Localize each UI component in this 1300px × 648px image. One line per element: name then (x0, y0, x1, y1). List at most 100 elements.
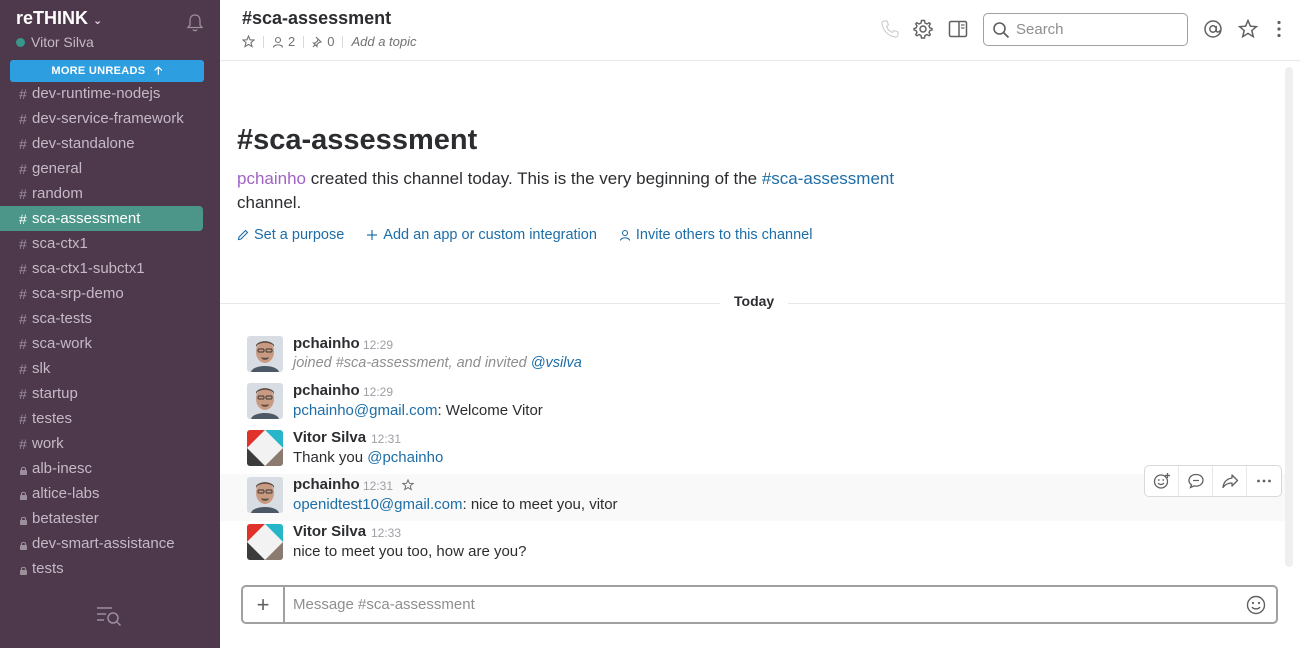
star-icon[interactable] (242, 35, 255, 48)
message-row[interactable]: Vitor Silva 12:31 Thank you @pchainho (220, 427, 1285, 474)
message-input[interactable] (285, 596, 1236, 613)
message-time[interactable]: 12:31 (363, 479, 393, 493)
channel-search-icon[interactable] (96, 605, 122, 627)
sidebar-item-altice-labs[interactable]: altice-labs (0, 481, 220, 506)
hash-icon: # (19, 135, 27, 152)
channel-title[interactable]: #sca-assessment (242, 8, 391, 29)
search-box[interactable] (983, 13, 1188, 46)
avatar-vitor (247, 430, 283, 466)
share-arrow-icon (1221, 474, 1238, 489)
invite-link[interactable]: Invite others to this channel (619, 227, 812, 243)
sidebar-item-work[interactable]: # work (0, 431, 220, 456)
channel-link[interactable]: #sca-assessment (762, 169, 894, 188)
scrollbar[interactable] (1285, 67, 1293, 567)
team-name: reTHINK (16, 8, 89, 28)
avatar-vitor (247, 524, 283, 560)
sidebar-item-label: dev-runtime-nodejs (32, 85, 161, 102)
sidebar-item-label: dev-smart-assistance (32, 535, 175, 552)
user-mention[interactable]: @pchainho (367, 449, 443, 466)
message-time[interactable]: 12:29 (363, 338, 393, 352)
more-unreads-button[interactable]: MORE UNREADS 🡡 (10, 60, 204, 82)
hash-icon: # (19, 110, 27, 127)
attach-button[interactable]: + (243, 587, 285, 622)
sidebar-item-slk[interactable]: # slk (0, 356, 220, 381)
sidebar-item-sca-work[interactable]: # sca-work (0, 331, 220, 356)
sidebar-item-dev-standalone[interactable]: # dev-standalone (0, 131, 220, 156)
member-count[interactable]: 2 (288, 34, 295, 49)
star-icon[interactable] (1238, 19, 1258, 39)
system-text: joined #sca-assessment, and invited (293, 355, 531, 371)
more-vertical-icon[interactable] (1269, 19, 1289, 39)
message-row[interactable]: Vitor Silva 12:33 nice to meet you too, … (220, 521, 1285, 568)
message-actions-toolbar (1144, 465, 1282, 497)
message-time[interactable]: 12:31 (371, 432, 401, 446)
sidebar-item-label: work (32, 435, 64, 452)
divider (263, 35, 264, 48)
sidebar-item-label: tests (32, 560, 64, 577)
comment-icon (1187, 473, 1204, 489)
sidebar-item-sca-srp-demo[interactable]: # sca-srp-demo (0, 281, 220, 306)
avatar[interactable] (247, 336, 283, 372)
add-reaction-button[interactable] (1145, 466, 1179, 496)
avatar-pchainho (247, 336, 283, 372)
avatar[interactable] (247, 383, 283, 419)
sidebar-item-alb-inesc[interactable]: alb-inesc (0, 456, 220, 481)
message-text: Thank you (293, 449, 368, 466)
sidebar-item-sca-assessment[interactable]: # sca-assessment (0, 206, 203, 231)
user-status[interactable]: Vitor Silva (16, 34, 94, 50)
emoji-button[interactable] (1236, 595, 1276, 615)
message-author[interactable]: Vitor Silva (293, 429, 366, 446)
pinned-count[interactable]: 0 (327, 34, 334, 49)
email-link[interactable]: openidtest10@gmail.com (293, 496, 462, 513)
share-message-button[interactable] (1213, 466, 1247, 496)
add-app-link[interactable]: Add an app or custom integration (366, 227, 597, 243)
message-row[interactable]: pchainho 12:31 openidtest10@gmail.com: n… (220, 474, 1285, 521)
hash-icon: # (19, 335, 27, 352)
team-menu[interactable]: reTHINK ⌄ (16, 8, 102, 29)
user-mention[interactable]: @vsilva (531, 355, 582, 371)
message-author[interactable]: pchainho (293, 335, 360, 352)
sidebar-item-label: sca-tests (32, 310, 93, 327)
sidebar-item-general[interactable]: # general (0, 156, 220, 181)
message-author[interactable]: Vitor Silva (293, 523, 366, 540)
sidebar-item-startup[interactable]: # startup (0, 381, 220, 406)
set-purpose-link[interactable]: Set a purpose (237, 227, 344, 243)
sidebar-item-dev-runtime-nodejs[interactable]: # dev-runtime-nodejs (0, 81, 220, 106)
message-author[interactable]: pchainho (293, 476, 360, 493)
avatar[interactable] (247, 524, 283, 560)
avatar[interactable] (247, 477, 283, 513)
member-icon[interactable] (272, 36, 284, 48)
sidebar-item-sca-ctx1-subctx1[interactable]: # sca-ctx1-subctx1 (0, 256, 220, 281)
message-time[interactable]: 12:29 (363, 385, 393, 399)
search-input[interactable] (1016, 21, 1176, 38)
message-author[interactable]: pchainho (293, 382, 360, 399)
add-topic-link[interactable]: Add a topic (351, 34, 416, 49)
sidebar-item-dev-service-framework[interactable]: # dev-service-framework (0, 106, 220, 131)
phone-icon[interactable] (880, 19, 900, 39)
start-thread-button[interactable] (1179, 466, 1213, 496)
pin-icon[interactable] (312, 36, 324, 48)
channel-meta: 2 0 Add a topic (242, 34, 417, 49)
sidebar-item-random[interactable]: # random (0, 181, 220, 206)
sidebar-item-tests[interactable]: tests (0, 556, 220, 581)
hash-icon: # (19, 435, 27, 452)
message-row[interactable]: pchainho 12:29 joined #sca-assessment, a… (220, 333, 1285, 380)
avatar[interactable] (247, 430, 283, 466)
sidebar-item-sca-ctx1[interactable]: # sca-ctx1 (0, 231, 220, 256)
star-message-icon[interactable] (402, 479, 414, 491)
sidebar-toggle-icon[interactable] (948, 19, 968, 39)
user-name: Vitor Silva (31, 34, 94, 50)
gear-icon[interactable] (913, 19, 933, 39)
bell-icon[interactable] (186, 13, 204, 33)
message-time[interactable]: 12:33 (371, 526, 401, 540)
message-row[interactable]: pchainho 12:29 pchainho@gmail.com: Welco… (220, 380, 1285, 427)
lock-icon (19, 536, 32, 552)
creator-link[interactable]: pchainho (237, 169, 306, 188)
sidebar-item-betatester[interactable]: betatester (0, 506, 220, 531)
more-actions-button[interactable] (1247, 466, 1281, 496)
email-link[interactable]: pchainho@gmail.com (293, 402, 437, 419)
sidebar-item-sca-tests[interactable]: # sca-tests (0, 306, 220, 331)
sidebar-item-dev-smart-assistance[interactable]: dev-smart-assistance (0, 531, 220, 556)
mentions-icon[interactable] (1203, 19, 1223, 39)
sidebar-item-testes[interactable]: # testes (0, 406, 220, 431)
